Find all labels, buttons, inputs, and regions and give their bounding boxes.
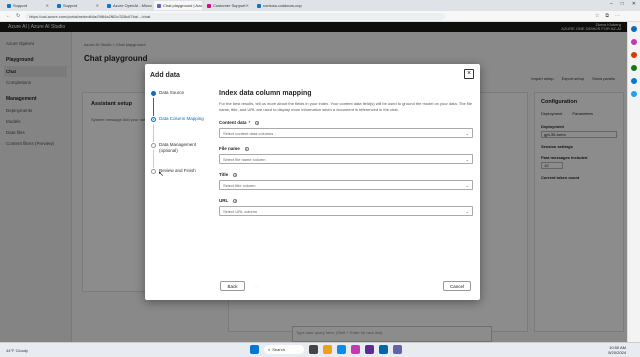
search-icon: ⌕ [268,347,271,352]
close-window-icon[interactable]: ✕ [632,1,636,7]
address-bar: ← ↻ https://oai.azure.com/portal/aeded64… [0,11,640,22]
twitter-icon[interactable] [631,91,637,97]
info-icon[interactable]: i [255,120,260,125]
browser-tab[interactable]: Support ✕ [4,1,52,10]
chevron-down-icon: ⌄ [465,183,469,188]
file-name-label: File name i [219,146,249,151]
favorites-icon[interactable]: ☆ [595,13,599,19]
taskbar-apps: ⌕ Search [250,345,402,354]
url-select[interactable]: Select URL column ⌄ [219,206,473,216]
tools-icon[interactable] [631,65,637,71]
chevron-down-icon: ⌄ [465,131,469,136]
step-data-column-mapping[interactable]: Data Column Mapping [151,116,211,142]
tab-favicon-icon [257,3,261,8]
file-name-select[interactable]: Select file name column ⌄ [219,154,473,164]
close-tab-icon[interactable]: ✕ [46,3,49,8]
step-done-dot-icon [151,91,156,96]
taskbar: 44°F Cloudy ⌕ Search 10:50 AM 5/20/2024 [0,342,640,357]
menu-icon[interactable]: ⋯ [615,13,620,19]
step-pending-dot-icon [151,143,156,148]
browser-tab[interactable]: Customer Support ✕ [204,1,252,10]
dialog-title: Add data [150,72,180,79]
back-button[interactable]: Back [220,281,245,291]
url-field[interactable]: https://oai.azure.com/portal/aeded64a/09… [25,12,446,20]
minimize-icon[interactable]: – [610,1,613,7]
url-label: URL i [219,198,238,203]
content-data-label: Content data * i [219,120,260,125]
step-pending-dot-icon [151,169,156,174]
file-explorer-icon[interactable] [323,345,332,354]
step-data-source[interactable]: Data Source [151,90,211,116]
copilot-icon[interactable] [351,345,360,354]
step-data-management[interactable]: Data Management (optional) [151,142,211,168]
mouse-cursor-icon: ↖ [158,171,164,178]
taskbar-clock[interactable]: 10:50 AM 5/20/2024 [608,345,626,355]
chevron-down-icon: ⌄ [465,209,469,214]
windows-start-icon[interactable] [250,345,259,354]
maximize-icon[interactable]: □ [621,1,624,7]
wizard-steps: Data Source Data Column Mapping Data Man… [151,90,211,194]
close-tab-icon[interactable]: ✕ [246,3,249,8]
step-current-dot-icon [151,117,156,122]
tab-favicon-icon [207,3,211,8]
back-arrow-icon[interactable]: ← [6,13,11,19]
taskbar-search[interactable]: ⌕ Search [264,345,304,354]
browser-tab[interactable]: contoso-outdoors-copilot - Azu✕ [254,1,302,10]
section-description: For the best results, tell us more about… [219,101,472,112]
search-icon[interactable] [631,26,637,32]
outlook-icon[interactable] [631,78,637,84]
cancel-button[interactable]: Cancel [443,281,471,291]
column-mapping-form: Index data column mapping For the best r… [219,90,473,224]
copilot-icon[interactable] [631,39,637,45]
tab-favicon-icon [57,3,61,8]
weather-widget[interactable]: 44°F Cloudy [6,348,28,353]
section-heading: Index data column mapping [219,90,312,97]
extensions-icon[interactable]: ⧉ [605,13,609,19]
task-view-icon[interactable] [309,345,318,354]
content-data-select[interactable]: Select content data columns ⌄ [219,128,473,138]
edge-sidebar [627,22,640,342]
teams-icon[interactable] [393,345,402,354]
browser-tab-strip: Support✕Support✕Azure OpenAI - Microsoft… [0,0,640,11]
info-icon[interactable]: i [233,198,238,203]
vscode-icon[interactable] [379,345,388,354]
tab-favicon-icon [157,3,161,8]
edge-icon[interactable] [337,345,346,354]
window-controls: – □ ✕ [610,1,636,7]
refresh-icon[interactable]: ↻ [16,13,20,19]
shopping-icon[interactable] [631,52,637,58]
chevron-down-icon: ⌄ [465,157,469,162]
title-label: Title i [219,172,238,177]
title-select[interactable]: Select title column ⌄ [219,180,473,190]
tab-favicon-icon [7,3,11,8]
close-tab-icon[interactable]: ✕ [96,3,99,8]
tab-favicon-icon [107,3,111,8]
browser-tab[interactable]: Azure OpenAI - Microsoft Azure✕ [104,1,152,10]
visual-studio-icon[interactable] [365,345,374,354]
info-icon[interactable]: i [233,172,238,177]
next-button[interactable]: ... [255,281,263,291]
browser-tab[interactable]: Chat playground | Azure AI Stu✕ [154,1,202,10]
close-dialog-button[interactable]: × [464,69,474,79]
info-icon[interactable]: i [244,146,249,151]
add-data-dialog: Add data × Data Source Data Column Mappi… [145,64,480,300]
browser-tab[interactable]: Support ✕ [54,1,102,10]
